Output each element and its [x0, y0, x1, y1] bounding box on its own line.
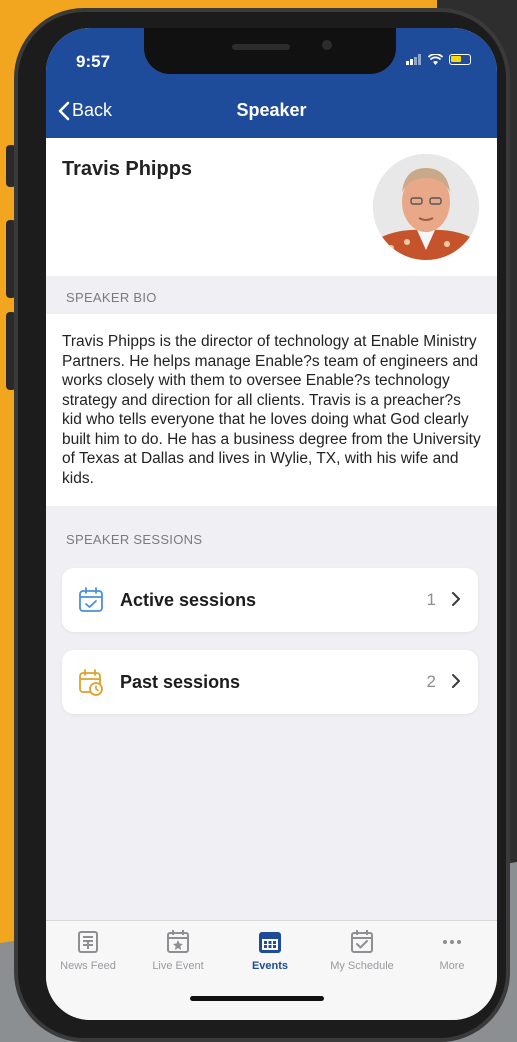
tab-label: News Feed [60, 960, 116, 972]
calendar-check-icon [79, 587, 103, 612]
active-sessions-row[interactable]: Active sessions 1 [62, 568, 478, 632]
cellular-signal-icon [406, 54, 421, 65]
chevron-right-icon [452, 674, 460, 688]
tab-label: My Schedule [330, 960, 394, 972]
speaker-bio-heading: SPEAKER BIO [66, 290, 157, 305]
wifi-icon [428, 54, 443, 65]
speaker-name: Travis Phipps [62, 158, 193, 180]
earpiece [232, 44, 290, 50]
active-sessions-label: Active sessions [120, 590, 257, 610]
past-sessions-label: Past sessions [120, 672, 241, 692]
speaker-sessions-heading: SPEAKER SESSIONS [66, 532, 203, 547]
navigation-bar: Back Speaker [46, 84, 497, 138]
tab-label: More [439, 960, 465, 972]
battery-icon [449, 54, 471, 65]
speaker-avatar [373, 154, 479, 260]
tab-more[interactable]: More [412, 929, 492, 972]
tab-live-event[interactable]: Live Event [138, 929, 218, 972]
tab-label: Events [251, 960, 289, 972]
notch [144, 28, 396, 74]
screen: 9:57 Back Speaker Travis Phipps SPEAKER … [46, 28, 497, 1020]
tab-bar: News Feed Live Event Events My Schedule … [46, 920, 497, 1020]
past-sessions-count: 2 [426, 672, 436, 691]
home-indicator[interactable] [190, 996, 324, 1001]
tab-news-feed[interactable]: News Feed [48, 929, 128, 972]
calendar-check-icon [351, 930, 373, 953]
tab-label: Live Event [152, 960, 204, 972]
page-title: Speaker [236, 100, 307, 120]
more-dots-icon [443, 940, 461, 944]
calendar-grid-icon [259, 932, 281, 953]
tab-my-schedule[interactable]: My Schedule [322, 929, 402, 972]
newspaper-icon [78, 931, 98, 953]
speaker-bio: Travis Phipps is the director of technol… [46, 314, 497, 506]
tab-events[interactable]: Events [230, 929, 310, 972]
past-sessions-row[interactable]: Past sessions 2 [62, 650, 478, 714]
active-sessions-count: 1 [426, 590, 436, 609]
front-camera [322, 40, 332, 50]
calendar-clock-icon [79, 669, 103, 696]
speaker-bio-text: Travis Phipps is the director of technol… [62, 333, 481, 487]
status-icons [406, 54, 471, 65]
status-time: 9:57 [76, 52, 111, 71]
speaker-header: Travis Phipps [46, 138, 497, 276]
calendar-star-icon [167, 930, 189, 953]
chevron-right-icon [452, 592, 460, 606]
